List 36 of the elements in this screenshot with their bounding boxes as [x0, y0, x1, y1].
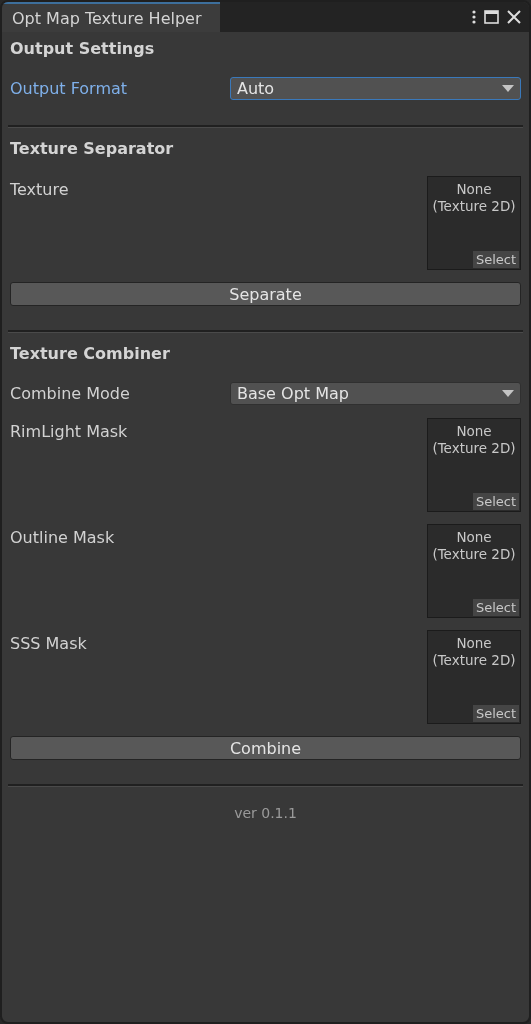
caret-icon	[502, 84, 514, 93]
dropdown[interactable]: Base Opt Map	[230, 382, 521, 405]
texture-slot[interactable]: None (Texture 2D) Select	[427, 418, 521, 512]
select-button[interactable]: Select	[472, 705, 519, 722]
version-label: ver 0.1.1	[233, 805, 298, 821]
field-label: Outline Mask	[10, 528, 115, 547]
texture-value: None	[456, 181, 492, 198]
more-options-icon[interactable]	[472, 10, 476, 24]
dropdown[interactable]: Auto	[230, 77, 521, 100]
texture-value: None	[456, 635, 492, 652]
texture-slot[interactable]: None (Texture 2D) Select	[427, 630, 521, 724]
window-tab[interactable]: Opt Map Texture Helper	[2, 2, 220, 32]
caret-icon	[502, 389, 514, 398]
field-label: Combine Mode	[10, 384, 131, 403]
action-button[interactable]: Combine	[10, 736, 521, 760]
select-button[interactable]: Select	[472, 493, 519, 510]
texture-value: None	[456, 423, 492, 440]
maximize-icon[interactable]	[484, 10, 499, 24]
field-label: Output Format	[10, 79, 129, 98]
texture-type: (Texture 2D)	[432, 198, 516, 215]
field-label: SSS Mask	[10, 634, 87, 653]
texture-type: (Texture 2D)	[432, 440, 516, 457]
texture-slot[interactable]: None (Texture 2D) Select	[427, 524, 521, 618]
texture-slot[interactable]: None (Texture 2D) Select	[427, 176, 521, 270]
select-button[interactable]: Select	[472, 251, 519, 268]
section-title: Texture Separator	[10, 138, 175, 160]
action-button[interactable]: Separate	[10, 282, 521, 306]
texture-type: (Texture 2D)	[432, 652, 516, 669]
close-icon[interactable]	[507, 10, 521, 24]
texture-value: None	[456, 529, 492, 546]
section-title: Output Settings	[10, 38, 156, 60]
field-label: RimLight Mask	[10, 422, 128, 441]
texture-type: (Texture 2D)	[432, 546, 516, 563]
select-button[interactable]: Select	[472, 599, 519, 616]
field-label: Texture	[10, 180, 69, 199]
section-title: Texture Combiner	[10, 343, 171, 365]
